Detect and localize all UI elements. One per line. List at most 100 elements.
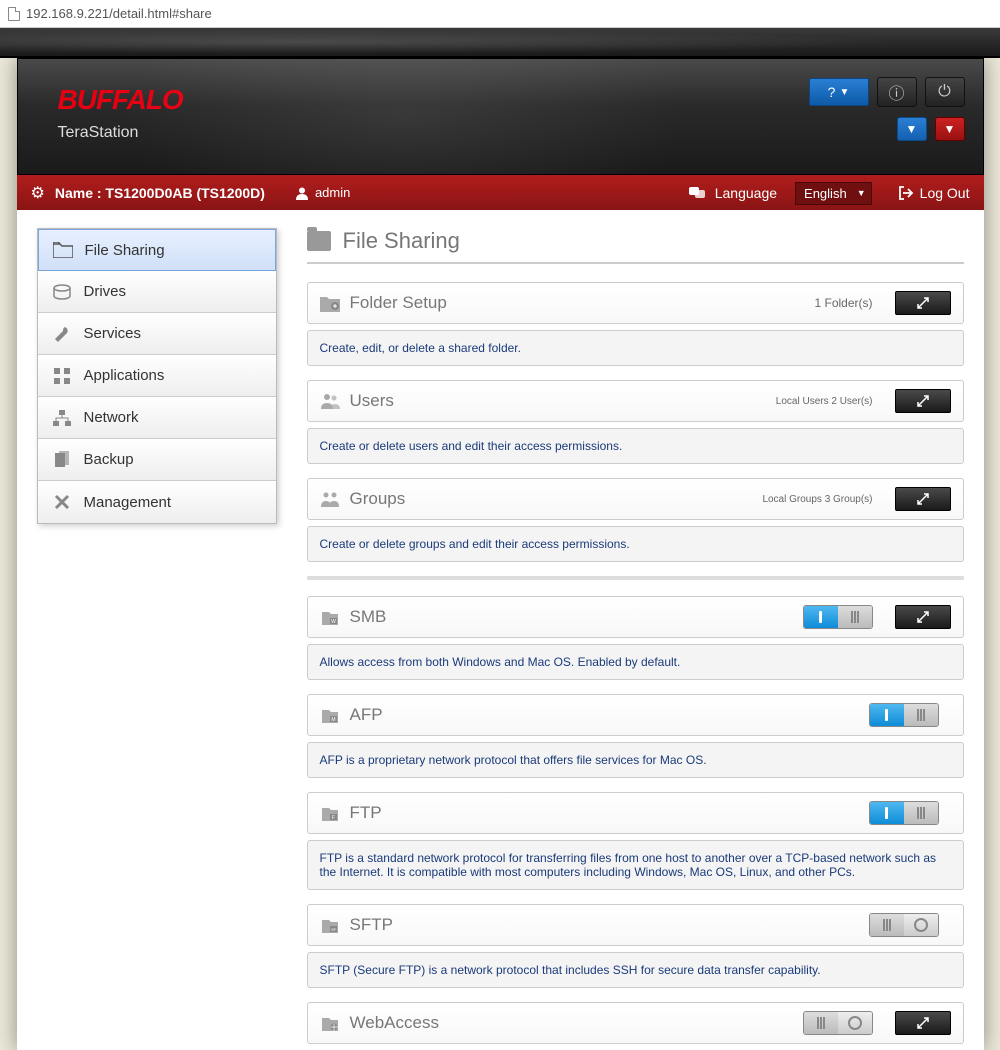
logout-icon — [898, 185, 914, 201]
sidebar-item-label: Management — [84, 494, 172, 511]
power-button[interactable]: ⏻ — [925, 77, 965, 107]
smb-toggle[interactable] — [803, 605, 873, 629]
folder-icon — [307, 231, 331, 251]
tools-icon — [52, 493, 72, 511]
sidebar-item-drives[interactable]: Drives — [38, 271, 276, 313]
backup-icon — [52, 451, 72, 469]
card-sftp: SF SFTP — [307, 904, 964, 946]
protocol-icon: M — [320, 705, 340, 725]
product-name: TeraStation — [58, 124, 183, 142]
folder-plus-icon — [320, 293, 340, 313]
logout-button[interactable]: Log Out — [898, 185, 970, 201]
sidebar-item-backup[interactable]: Backup — [38, 439, 276, 481]
sidebar-item-file-sharing[interactable]: File Sharing — [38, 229, 276, 271]
afp-toggle[interactable] — [869, 703, 939, 727]
card-title: Groups — [350, 489, 406, 509]
svg-text:M: M — [331, 717, 335, 723]
card-title: FTP — [350, 803, 382, 823]
card-smb: W SMB — [307, 596, 964, 638]
expand-button[interactable] — [895, 487, 951, 511]
url-text: 192.168.9.221/detail.html#share — [26, 6, 212, 21]
section-divider — [307, 576, 964, 580]
webaccess-toggle[interactable] — [803, 1011, 873, 1035]
sidebar-item-label: Backup — [84, 451, 134, 468]
sidebar: File Sharing Drives Services Application… — [37, 228, 277, 524]
card-webaccess: WebAccess — [307, 1002, 964, 1044]
language-icon — [689, 186, 705, 200]
help-button[interactable]: ? ▼ — [809, 78, 869, 106]
card-meta: Local Users 2 User(s) — [776, 396, 873, 407]
expand-button[interactable] — [895, 291, 951, 315]
card-description: Create or delete users and edit their ac… — [307, 428, 964, 464]
help-label: ? — [828, 84, 836, 100]
sidebar-item-management[interactable]: Management — [38, 481, 276, 523]
card-meta: 1 Folder(s) — [814, 296, 872, 310]
protocol-icon: F — [320, 803, 340, 823]
protocol-icon — [320, 1013, 340, 1033]
sidebar-item-label: Applications — [84, 367, 165, 384]
dropdown-blue-button[interactable]: ▼ — [897, 117, 927, 141]
language-label: Language — [715, 185, 777, 201]
card-title: WebAccess — [350, 1013, 439, 1033]
card-title: SMB — [350, 607, 387, 627]
info-button[interactable]: ⓘ — [877, 77, 917, 107]
sidebar-item-network[interactable]: Network — [38, 397, 276, 439]
ftp-toggle[interactable] — [869, 801, 939, 825]
svg-text:F: F — [331, 815, 334, 821]
card-ftp: F FTP — [307, 792, 964, 834]
sidebar-item-label: Services — [84, 325, 142, 342]
info-icon: ⓘ — [888, 80, 904, 104]
sidebar-item-label: File Sharing — [85, 242, 165, 259]
sidebar-item-label: Drives — [84, 283, 127, 300]
card-groups: Groups Local Groups 3 Group(s) — [307, 478, 964, 520]
sidebar-item-applications[interactable]: Applications — [38, 355, 276, 397]
card-title: SFTP — [350, 915, 393, 935]
card-meta: Local Groups 3 Group(s) — [762, 494, 872, 505]
browser-address-bar[interactable]: 192.168.9.221/detail.html#share — [0, 0, 1000, 28]
section-title: File Sharing — [307, 228, 964, 264]
expand-button[interactable] — [895, 605, 951, 629]
card-description: SFTP (Secure FTP) is a network protocol … — [307, 952, 964, 988]
chevron-down-icon: ▼ — [906, 122, 918, 136]
dropdown-red-button[interactable]: ▼ — [935, 117, 965, 141]
card-description: AFP is a proprietary network protocol th… — [307, 742, 964, 778]
network-icon — [52, 409, 72, 427]
users-icon — [320, 391, 340, 411]
card-description: FTP is a standard network protocol for t… — [307, 840, 964, 890]
folder-icon — [53, 241, 73, 259]
language-select[interactable]: English — [795, 182, 872, 205]
power-icon: ⏻ — [938, 83, 951, 101]
protocol-icon: W — [320, 607, 340, 627]
content-area: File Sharing Folder Setup 1 Folder(s) Cr… — [307, 228, 964, 1050]
sidebar-item-label: Network — [84, 409, 139, 426]
card-folder-setup: Folder Setup 1 Folder(s) — [307, 282, 964, 324]
card-users: Users Local Users 2 User(s) — [307, 380, 964, 422]
card-title: Folder Setup — [350, 293, 447, 313]
svg-text:SF: SF — [330, 927, 336, 932]
status-bar: ⚙ Name : TS1200D0AB (TS1200D) admin Lang… — [17, 175, 984, 210]
chevron-down-icon: ▼ — [839, 87, 849, 98]
brand-logo: BUFFALO — [58, 84, 183, 116]
sidebar-item-services[interactable]: Services — [38, 313, 276, 355]
expand-button[interactable] — [895, 1011, 951, 1035]
chevron-down-icon: ▼ — [944, 122, 956, 136]
page-icon — [8, 7, 20, 21]
current-user: admin — [295, 185, 350, 200]
device-name-label: Name : TS1200D0AB (TS1200D) — [55, 185, 265, 201]
card-afp: M AFP — [307, 694, 964, 736]
background-strip — [0, 28, 1000, 58]
drive-icon — [52, 283, 72, 301]
app-header: BUFFALO TeraStation ? ▼ ⓘ ⏻ ▼ ▼ — [17, 58, 984, 175]
groups-icon — [320, 489, 340, 509]
card-title: AFP — [350, 705, 383, 725]
user-icon — [295, 186, 309, 200]
card-description: Allows access from both Windows and Mac … — [307, 644, 964, 680]
wrench-icon — [52, 325, 72, 343]
card-description: Create, edit, or delete a shared folder. — [307, 330, 964, 366]
gear-icon[interactable]: ⚙ — [31, 183, 45, 203]
expand-button[interactable] — [895, 389, 951, 413]
sftp-toggle[interactable] — [869, 913, 939, 937]
svg-text:W: W — [331, 619, 336, 625]
card-description: Create or delete groups and edit their a… — [307, 526, 964, 562]
apps-icon — [52, 367, 72, 385]
